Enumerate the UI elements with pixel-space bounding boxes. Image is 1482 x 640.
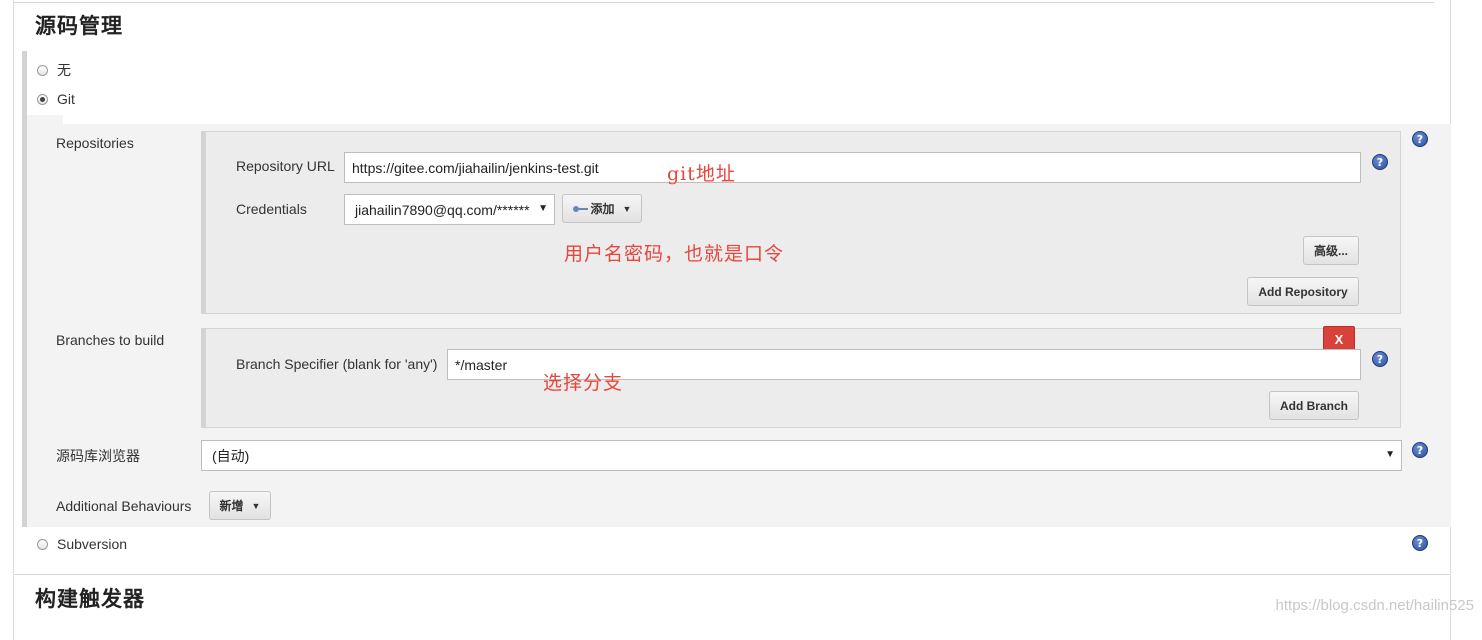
- annotation-branch: 选择分支: [543, 372, 624, 394]
- add-credentials-button[interactable]: 添加 ▼: [562, 194, 642, 223]
- branch-specifier-help-icon[interactable]: ?: [1372, 351, 1388, 367]
- repositories-help-icon[interactable]: ?: [1412, 131, 1428, 147]
- repository-url-help-icon[interactable]: ?: [1372, 154, 1388, 170]
- section-title: 源码管理: [35, 14, 123, 38]
- repositories-label: Repositories: [56, 135, 134, 151]
- scm-option-subversion[interactable]: Subversion: [37, 536, 127, 552]
- advanced-button[interactable]: 高级...: [1303, 236, 1359, 265]
- credentials-label: Credentials: [236, 201, 307, 217]
- section-divider: [14, 574, 1450, 575]
- repository-url-label: Repository URL: [236, 158, 335, 174]
- credentials-select[interactable]: jiahailin7890@qq.com/****** ▼: [344, 194, 555, 225]
- scm-option-none[interactable]: 无: [37, 60, 71, 80]
- key-icon: [572, 205, 589, 213]
- add-credentials-label: 添加: [590, 202, 615, 216]
- repository-browser-value: (自动): [212, 447, 250, 464]
- add-repository-button[interactable]: Add Repository: [1247, 277, 1359, 306]
- repository-browser-select[interactable]: (自动) ▼: [201, 440, 1402, 471]
- radio-git-label: Git: [57, 91, 75, 107]
- scm-option-git[interactable]: Git: [37, 91, 75, 107]
- chevron-down-icon: ▼: [622, 203, 632, 214]
- radio-git[interactable]: [37, 93, 48, 105]
- repository-browser-help-icon[interactable]: ?: [1412, 442, 1428, 458]
- watermark: https://blog.csdn.net/hailin525: [1275, 597, 1474, 614]
- chevron-down-icon: ▼: [251, 500, 261, 511]
- next-section-title: 构建触发器: [35, 587, 145, 611]
- top-divider: [14, 2, 1434, 3]
- radio-subversion-label: Subversion: [57, 536, 128, 552]
- annotation-git-address: git地址: [667, 163, 736, 185]
- repository-box: Repository URL ? Credentials jiahailin78…: [201, 131, 1401, 314]
- radio-subversion[interactable]: [37, 538, 48, 550]
- add-behaviour-button[interactable]: 新增 ▼: [209, 491, 271, 520]
- radio-none[interactable]: [37, 64, 48, 76]
- branch-specifier-label: Branch Specifier (blank for 'any'): [236, 356, 438, 372]
- git-block-tab: [27, 115, 63, 124]
- branches-label: Branches to build: [56, 332, 165, 348]
- credentials-value: jiahailin7890@qq.com/******: [355, 201, 530, 218]
- repository-url-input[interactable]: [344, 152, 1361, 183]
- branch-box: X Branch Specifier (blank for 'any') ? A…: [201, 326, 1401, 428]
- chevron-down-icon: ▼: [1385, 449, 1395, 460]
- add-behaviour-label: 新增: [219, 499, 244, 513]
- add-branch-button[interactable]: Add Branch: [1269, 391, 1359, 420]
- repository-browser-label: 源码库浏览器: [56, 448, 140, 464]
- additional-behaviours-label: Additional Behaviours: [56, 498, 192, 514]
- annotation-credentials: 用户名密码，也就是口令: [564, 243, 785, 265]
- radio-none-label: 无: [57, 62, 71, 78]
- chevron-down-icon: ▼: [538, 203, 548, 214]
- subversion-help-icon[interactable]: ?: [1412, 535, 1428, 551]
- scm-panel: 源码管理 无 Git Repositories ? Repository URL…: [13, 0, 1451, 640]
